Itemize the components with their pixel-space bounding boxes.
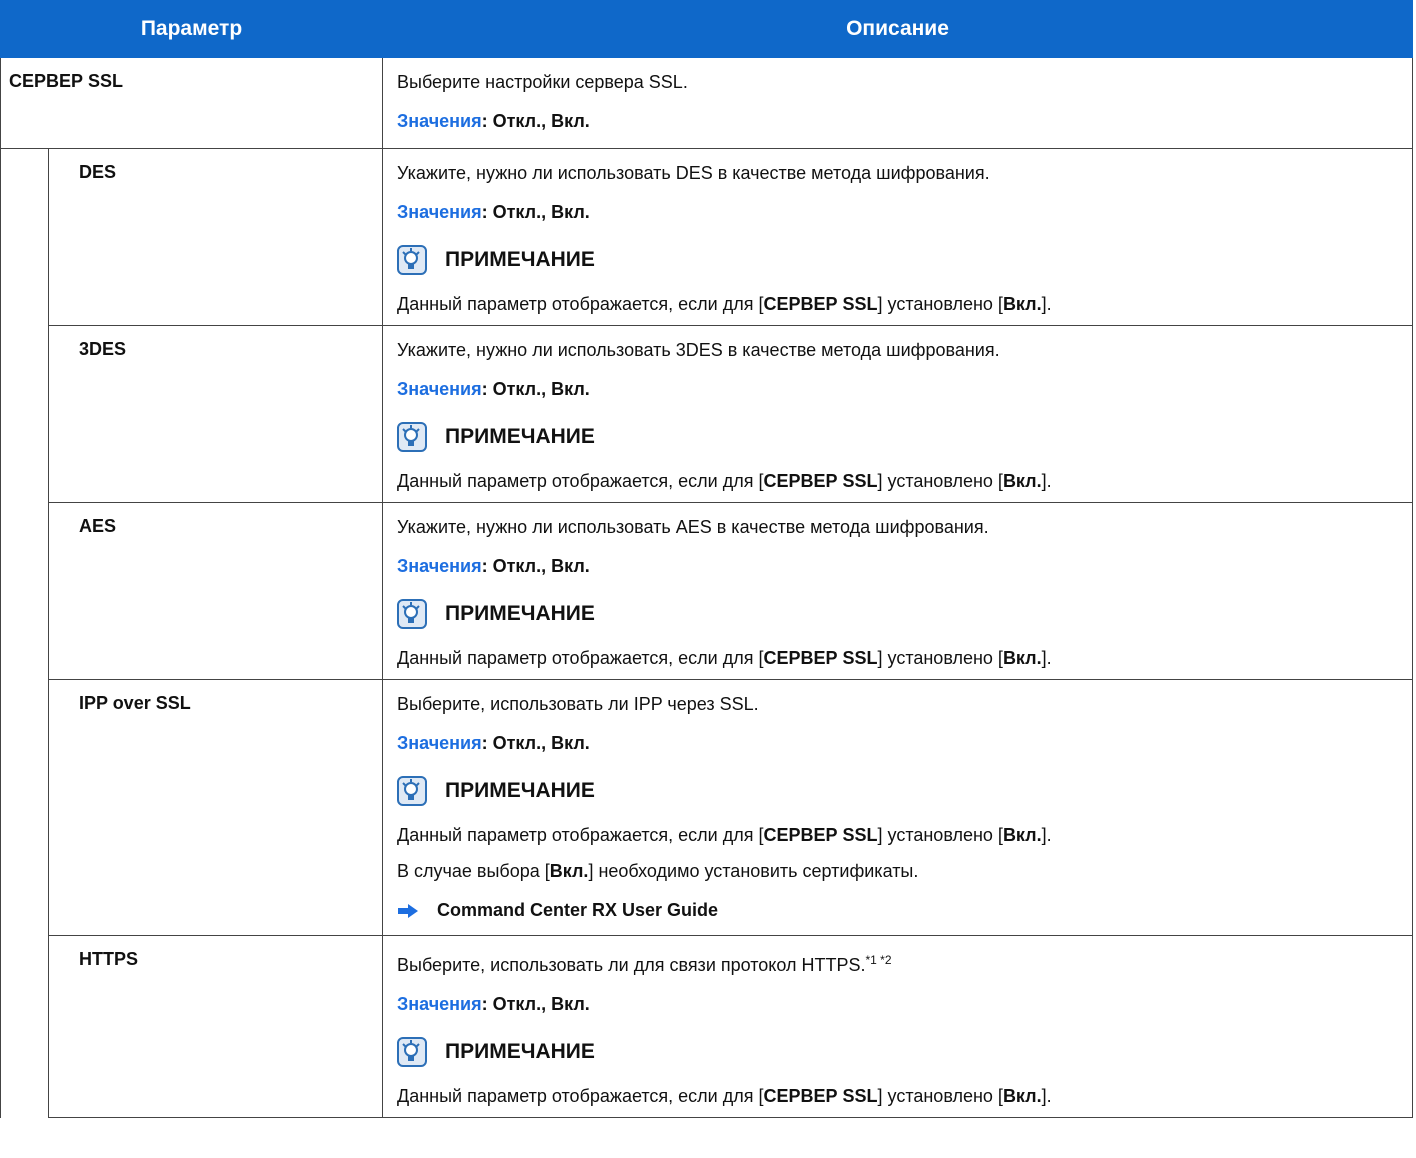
note-title: ПРИМЕЧАНИЕ	[445, 602, 595, 625]
note-text: Данный параметр отображается, если для […	[397, 294, 1052, 314]
table-row: IPP over SSL Выберите, использовать ли I…	[0, 679, 1413, 936]
values-options: : Откл., Вкл.	[481, 733, 590, 753]
lightbulb-note-icon	[397, 422, 427, 452]
values-line: Значения: Откл., Вкл.	[397, 378, 1398, 400]
reference-link-label: Command Center RX User Guide	[437, 900, 719, 920]
param-cell: IPP over SSL	[48, 679, 383, 936]
values-line: Значения: Откл., Вкл.	[397, 732, 1398, 754]
param-cell: 3DES	[48, 325, 383, 503]
settings-table: Параметр Описание СЕРВЕР SSL Выберите на…	[0, 0, 1413, 1118]
note-title: ПРИМЕЧАНИЕ	[445, 779, 595, 802]
lightbulb-note-icon	[397, 245, 427, 275]
table-row: HTTPS Выберите, использовать ли для связ…	[0, 935, 1413, 1118]
values-options: : Откл., Вкл.	[481, 202, 590, 222]
table-header-row: Параметр Описание	[0, 0, 1413, 58]
header-desc: Описание	[382, 0, 1413, 58]
indent-cell	[0, 325, 49, 503]
table-row: 3DES Укажите, нужно ли использовать 3DES…	[0, 325, 1413, 503]
desc-text: Выберите, использовать ли IPP через SSL.	[397, 694, 759, 714]
values-line: Значения: Откл., Вкл.	[397, 201, 1398, 223]
footnote-marks: *1 *2	[865, 953, 892, 967]
values-label: Значения	[397, 994, 482, 1014]
desc-cell: Выберите настройки сервера SSL. Значения…	[382, 57, 1413, 149]
desc-cell: Выберите, использовать ли IPP через SSL.…	[382, 679, 1413, 936]
values-options: : Откл., Вкл.	[481, 556, 590, 576]
values-line: Значения: Откл., Вкл.	[397, 555, 1398, 577]
desc-text: Укажите, нужно ли использовать DES в кач…	[397, 163, 990, 183]
values-options: : Откл., Вкл.	[481, 379, 590, 399]
note-text: Данный параметр отображается, если для […	[397, 1086, 1052, 1106]
note-heading: ПРИМЕЧАНИЕ	[397, 422, 1398, 452]
note-text: Данный параметр отображается, если для […	[397, 825, 1052, 845]
values-label: Значения	[397, 556, 482, 576]
indent-cell	[0, 935, 49, 1118]
header-param: Параметр	[0, 0, 383, 58]
param-cell: HTTPS	[48, 935, 383, 1118]
desc-text: Укажите, нужно ли использовать AES в кач…	[397, 517, 989, 537]
table-row: СЕРВЕР SSL Выберите настройки сервера SS…	[0, 57, 1413, 149]
indent-cell	[0, 502, 49, 680]
note-text-certificates: В случае выбора [Вкл.] необходимо устано…	[397, 861, 919, 881]
lightbulb-note-icon	[397, 1037, 427, 1067]
desc-text: Выберите настройки сервера SSL.	[397, 72, 688, 92]
note-heading: ПРИМЕЧАНИЕ	[397, 245, 1398, 275]
values-line: Значения: Откл., Вкл.	[397, 110, 1398, 132]
indent-cell	[0, 148, 49, 326]
desc-cell: Укажите, нужно ли использовать AES в кач…	[382, 502, 1413, 680]
table-row: AES Укажите, нужно ли использовать AES в…	[0, 502, 1413, 680]
desc-cell: Укажите, нужно ли использовать 3DES в ка…	[382, 325, 1413, 503]
note-heading: ПРИМЕЧАНИЕ	[397, 599, 1398, 629]
desc-cell: Укажите, нужно ли использовать DES в кач…	[382, 148, 1413, 326]
note-title: ПРИМЕЧАНИЕ	[445, 425, 595, 448]
values-label: Значения	[397, 379, 482, 399]
param-cell: DES	[48, 148, 383, 326]
note-text: Данный параметр отображается, если для […	[397, 648, 1052, 668]
values-options: : Откл., Вкл.	[481, 111, 590, 131]
param-cell: СЕРВЕР SSL	[0, 57, 383, 149]
param-cell: AES	[48, 502, 383, 680]
arrow-right-icon	[398, 903, 418, 918]
desc-cell: Выберите, использовать ли для связи прот…	[382, 935, 1413, 1118]
values-label: Значения	[397, 111, 482, 131]
values-label: Значения	[397, 733, 482, 753]
note-title: ПРИМЕЧАНИЕ	[445, 248, 595, 271]
note-heading: ПРИМЕЧАНИЕ	[397, 776, 1398, 806]
note-text: Данный параметр отображается, если для […	[397, 471, 1052, 491]
reference-link[interactable]: Command Center RX User Guide	[397, 900, 1398, 921]
table-row: DES Укажите, нужно ли использовать DES в…	[0, 148, 1413, 326]
note-heading: ПРИМЕЧАНИЕ	[397, 1037, 1398, 1067]
note-title: ПРИМЕЧАНИЕ	[445, 1040, 595, 1063]
lightbulb-note-icon	[397, 599, 427, 629]
desc-text: Укажите, нужно ли использовать 3DES в ка…	[397, 340, 1000, 360]
values-line: Значения: Откл., Вкл.	[397, 993, 1398, 1015]
desc-text: Выберите, использовать ли для связи прот…	[397, 953, 892, 975]
indent-cell	[0, 679, 49, 936]
values-options: : Откл., Вкл.	[481, 994, 590, 1014]
lightbulb-note-icon	[397, 776, 427, 806]
values-label: Значения	[397, 202, 482, 222]
